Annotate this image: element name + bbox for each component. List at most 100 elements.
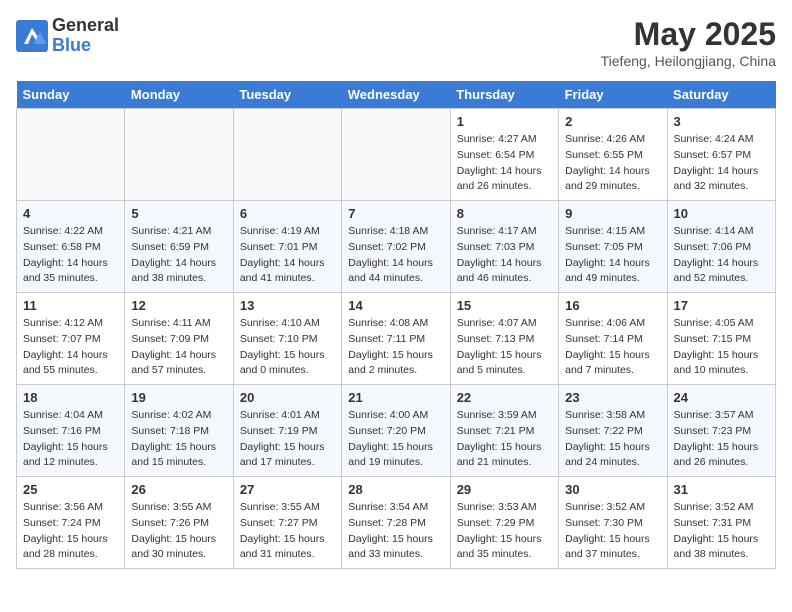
day-of-week-header: Friday <box>559 81 667 109</box>
calendar-day-cell: 18Sunrise: 4:04 AMSunset: 7:16 PMDayligh… <box>17 385 125 477</box>
calendar-day-cell: 11 Sunrise: 4:12 AMSunset: 7:07 PMDayligh… <box>17 293 125 385</box>
day-info: Sunrise: 4:19 AMSunset: 7:01 PMDaylight:… <box>240 224 335 287</box>
day-info: Sunrise: 3:55 AMSunset: 7:26 PMDaylight:… <box>131 500 226 563</box>
calendar-day-cell: 28 Sunrise: 3:54 AMSunset: 7:28 PMDayligh… <box>342 477 450 569</box>
day-info: Sunrise: 4:21 AMSunset: 6:59 PMDaylight:… <box>131 224 226 287</box>
day-number: 30 <box>565 482 660 497</box>
day-info: Sunrise: 4:17 AMSunset: 7:03 PMDaylight:… <box>457 224 552 287</box>
day-info: Sunrise: 3:57 AMSunset: 7:23 PMDaylight:… <box>674 408 769 471</box>
day-number: 26 <box>131 482 226 497</box>
title-block: May 2025 Tiefeng, Heilongjiang, China <box>601 16 776 69</box>
day-number: 28 <box>348 482 443 497</box>
day-info: Sunrise: 3:52 AMSunset: 7:30 PMDaylight:… <box>565 500 660 563</box>
logo-general-text: General <box>52 16 119 36</box>
day-info: Sunrise: 3:59 AMSunset: 7:21 PMDaylight:… <box>457 408 552 471</box>
day-number: 21 <box>348 390 443 405</box>
day-info: Sunrise: 4:11 AMSunset: 7:09 PMDaylight:… <box>131 316 226 379</box>
day-of-week-header: Monday <box>125 81 233 109</box>
day-info: Sunrise: 4:00 AMSunset: 7:20 PMDaylight:… <box>348 408 443 471</box>
calendar-day-cell: 3 Sunrise: 4:24 AMSunset: 6:57 PMDaylight… <box>667 109 775 201</box>
calendar-day-cell <box>342 109 450 201</box>
day-number: 16 <box>565 298 660 313</box>
day-info: Sunrise: 3:52 AMSunset: 7:31 PMDaylight:… <box>674 500 769 563</box>
calendar-day-cell: 30 Sunrise: 3:52 AMSunset: 7:30 PMDayligh… <box>559 477 667 569</box>
calendar-day-cell: 6 Sunrise: 4:19 AMSunset: 7:01 PMDaylight… <box>233 201 341 293</box>
day-info: Sunrise: 4:10 AMSunset: 7:10 PMDaylight:… <box>240 316 335 379</box>
calendar-day-cell: 16 Sunrise: 4:06 AMSunset: 7:14 PMDayligh… <box>559 293 667 385</box>
day-of-week-header: Sunday <box>17 81 125 109</box>
calendar-day-cell: 17 Sunrise: 4:05 AMSunset: 7:15 PMDayligh… <box>667 293 775 385</box>
logo-icon <box>16 20 48 52</box>
day-number: 13 <box>240 298 335 313</box>
calendar-day-cell <box>17 109 125 201</box>
calendar-day-cell: 24 Sunrise: 3:57 AMSunset: 7:23 PMDayligh… <box>667 385 775 477</box>
location-subtitle: Tiefeng, Heilongjiang, China <box>601 53 776 69</box>
day-number: 18 <box>23 390 118 405</box>
day-number: 17 <box>674 298 769 313</box>
day-number: 5 <box>131 206 226 221</box>
day-info: Sunrise: 3:53 AMSunset: 7:29 PMDaylight:… <box>457 500 552 563</box>
day-info: Sunrise: 4:08 AMSunset: 7:11 PMDaylight:… <box>348 316 443 379</box>
day-info: Sunrise: 3:58 AMSunset: 7:22 PMDaylight:… <box>565 408 660 471</box>
calendar-week-row: 11 Sunrise: 4:12 AMSunset: 7:07 PMDayligh… <box>17 293 776 385</box>
day-number: 23 <box>565 390 660 405</box>
calendar-day-cell: 2Sunrise: 4:26 AMSunset: 6:55 PMDaylight… <box>559 109 667 201</box>
day-of-week-header: Tuesday <box>233 81 341 109</box>
calendar-day-cell: 31 Sunrise: 3:52 AMSunset: 7:31 PMDayligh… <box>667 477 775 569</box>
day-info: Sunrise: 4:12 AMSunset: 7:07 PMDaylight:… <box>23 316 118 379</box>
month-year-title: May 2025 <box>601 16 776 53</box>
day-number: 8 <box>457 206 552 221</box>
calendar-day-cell: 9Sunrise: 4:15 AMSunset: 7:05 PMDaylight… <box>559 201 667 293</box>
day-number: 3 <box>674 114 769 129</box>
calendar-day-cell: 26 Sunrise: 3:55 AMSunset: 7:26 PMDayligh… <box>125 477 233 569</box>
day-info: Sunrise: 4:07 AMSunset: 7:13 PMDaylight:… <box>457 316 552 379</box>
calendar-day-cell: 13 Sunrise: 4:10 AMSunset: 7:10 PMDayligh… <box>233 293 341 385</box>
calendar-day-cell: 25 Sunrise: 3:56 AMSunset: 7:24 PMDayligh… <box>17 477 125 569</box>
day-number: 15 <box>457 298 552 313</box>
day-info: Sunrise: 4:06 AMSunset: 7:14 PMDaylight:… <box>565 316 660 379</box>
day-info: Sunrise: 3:56 AMSunset: 7:24 PMDaylight:… <box>23 500 118 563</box>
day-number: 4 <box>23 206 118 221</box>
day-number: 6 <box>240 206 335 221</box>
day-info: Sunrise: 4:14 AMSunset: 7:06 PMDaylight:… <box>674 224 769 287</box>
day-number: 20 <box>240 390 335 405</box>
day-info: Sunrise: 4:02 AMSunset: 7:18 PMDaylight:… <box>131 408 226 471</box>
page-header: General Blue May 2025 Tiefeng, Heilongji… <box>16 16 776 69</box>
day-number: 2 <box>565 114 660 129</box>
day-of-week-header: Wednesday <box>342 81 450 109</box>
logo-blue-text: Blue <box>52 36 119 56</box>
day-number: 19 <box>131 390 226 405</box>
day-info: Sunrise: 3:54 AMSunset: 7:28 PMDaylight:… <box>348 500 443 563</box>
calendar-day-cell: 21 Sunrise: 4:00 AMSunset: 7:20 PMDayligh… <box>342 385 450 477</box>
calendar-day-cell: 8 Sunrise: 4:17 AMSunset: 7:03 PMDaylight… <box>450 201 558 293</box>
calendar-week-row: 4 Sunrise: 4:22 AMSunset: 6:58 PMDaylight… <box>17 201 776 293</box>
calendar-day-cell <box>125 109 233 201</box>
calendar-week-row: 18Sunrise: 4:04 AMSunset: 7:16 PMDayligh… <box>17 385 776 477</box>
logo: General Blue <box>16 16 119 56</box>
day-info: Sunrise: 4:05 AMSunset: 7:15 PMDaylight:… <box>674 316 769 379</box>
day-info: Sunrise: 4:15 AMSunset: 7:05 PMDaylight:… <box>565 224 660 287</box>
day-info: Sunrise: 4:24 AMSunset: 6:57 PMDaylight:… <box>674 132 769 195</box>
calendar-day-cell: 4 Sunrise: 4:22 AMSunset: 6:58 PMDaylight… <box>17 201 125 293</box>
day-info: Sunrise: 4:22 AMSunset: 6:58 PMDaylight:… <box>23 224 118 287</box>
day-info: Sunrise: 4:27 AMSunset: 6:54 PMDaylight:… <box>457 132 552 195</box>
calendar-table: SundayMondayTuesdayWednesdayThursdayFrid… <box>16 81 776 569</box>
day-number: 25 <box>23 482 118 497</box>
day-number: 1 <box>457 114 552 129</box>
day-of-week-header: Thursday <box>450 81 558 109</box>
calendar-day-cell: 23 Sunrise: 3:58 AMSunset: 7:22 PMDayligh… <box>559 385 667 477</box>
calendar-day-cell: 7Sunrise: 4:18 AMSunset: 7:02 PMDaylight… <box>342 201 450 293</box>
calendar-day-cell: 27Sunrise: 3:55 AMSunset: 7:27 PMDayligh… <box>233 477 341 569</box>
calendar-week-row: 1 Sunrise: 4:27 AMSunset: 6:54 PMDaylight… <box>17 109 776 201</box>
day-number: 24 <box>674 390 769 405</box>
day-number: 11 <box>23 298 118 313</box>
calendar-day-cell: 22Sunrise: 3:59 AMSunset: 7:21 PMDayligh… <box>450 385 558 477</box>
day-number: 31 <box>674 482 769 497</box>
calendar-day-cell: 12Sunrise: 4:11 AMSunset: 7:09 PMDayligh… <box>125 293 233 385</box>
day-of-week-header: Saturday <box>667 81 775 109</box>
calendar-day-cell: 15 Sunrise: 4:07 AMSunset: 7:13 PMDayligh… <box>450 293 558 385</box>
calendar-week-row: 25 Sunrise: 3:56 AMSunset: 7:24 PMDayligh… <box>17 477 776 569</box>
calendar-day-cell: 10Sunrise: 4:14 AMSunset: 7:06 PMDayligh… <box>667 201 775 293</box>
calendar-day-cell: 19 Sunrise: 4:02 AMSunset: 7:18 PMDayligh… <box>125 385 233 477</box>
day-info: Sunrise: 4:01 AMSunset: 7:19 PMDaylight:… <box>240 408 335 471</box>
